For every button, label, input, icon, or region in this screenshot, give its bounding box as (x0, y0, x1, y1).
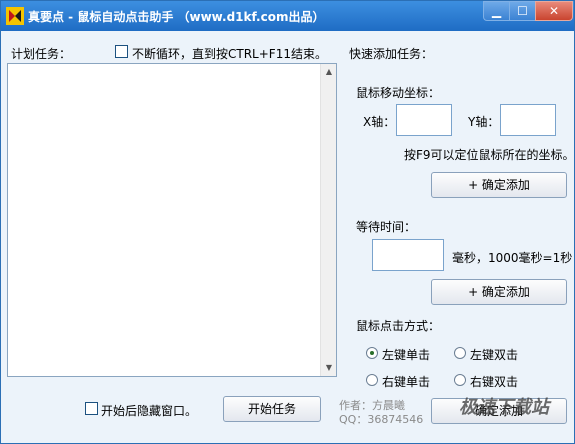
loop-checkbox[interactable] (115, 45, 128, 58)
qq-text: QQ：36874546 (339, 413, 424, 426)
start-task-button[interactable]: 开始任务 (223, 396, 321, 422)
wait-time-input[interactable] (372, 239, 444, 271)
right-double-radio[interactable] (454, 374, 466, 386)
loop-label: 不断循环，直到按CTRL+F11结束。 (132, 47, 327, 61)
right-single-label: 右键单击 (382, 375, 431, 389)
minimize-icon[interactable]: ▁ (483, 1, 510, 21)
left-single-radio[interactable] (366, 347, 378, 359)
x-coordinate-input[interactable] (396, 104, 452, 136)
app-window: 真要点 - 鼠标自动点击助手 （www.d1kf.com出品） ▁ ☐ ✕ 计划… (0, 0, 575, 444)
hide-window-label: 开始后隐藏窗口。 (101, 404, 198, 418)
left-single-label: 左键单击 (382, 348, 431, 362)
wait-unit-label: 毫秒，1000毫秒=1秒 (452, 251, 573, 265)
add-move-button[interactable]: + 确定添加 (431, 172, 567, 198)
click-type-label: 鼠标点击方式： (356, 319, 441, 333)
y-coordinate-input[interactable] (500, 104, 556, 136)
right-single-radio[interactable] (366, 374, 378, 386)
x-axis-label: X轴： (363, 115, 396, 129)
right-double-label: 右键双击 (470, 375, 519, 389)
y-axis-label: Y轴： (468, 115, 500, 129)
watermark-text: 极速下载站 (459, 397, 549, 418)
scroll-up-icon[interactable]: ▲ (321, 64, 337, 80)
f9-hint: 按F9可以定位鼠标所在的坐标。 (404, 148, 575, 162)
coord-label: 鼠标移动坐标： (356, 86, 441, 100)
task-list[interactable]: ▲ ▼ (7, 63, 337, 377)
quick-add-label: 快速添加任务： (349, 47, 434, 61)
title-bar[interactable]: 真要点 - 鼠标自动点击助手 （www.d1kf.com出品） ▁ ☐ ✕ (1, 1, 574, 31)
plan-tasks-label: 计划任务： (11, 47, 72, 61)
app-logo-icon (6, 7, 24, 25)
close-icon[interactable]: ✕ (535, 1, 573, 21)
maximize-icon[interactable]: ☐ (509, 1, 536, 21)
left-double-radio[interactable] (454, 347, 466, 359)
task-list-scrollbar[interactable]: ▲ ▼ (320, 64, 336, 376)
hide-window-checkbox[interactable] (85, 402, 98, 415)
left-double-label: 左键双击 (470, 348, 519, 362)
add-wait-button[interactable]: + 确定添加 (431, 279, 567, 305)
wait-time-label: 等待时间： (356, 220, 417, 234)
window-title: 真要点 - 鼠标自动点击助手 （www.d1kf.com出品） (28, 10, 325, 24)
scroll-down-icon[interactable]: ▼ (321, 360, 337, 376)
